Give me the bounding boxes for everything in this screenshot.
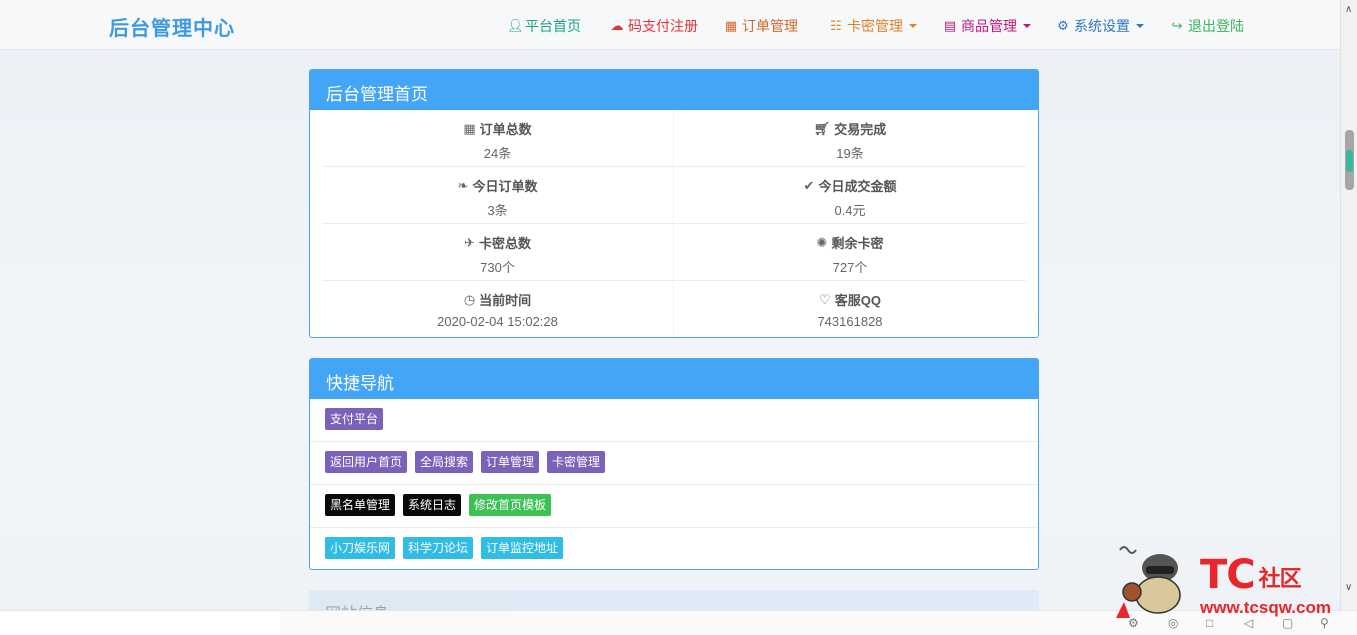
nav-item-logout[interactable]: ↪ 退出登陆	[1170, 16, 1244, 36]
bottom-blank	[0, 611, 280, 635]
logout-icon: ↪	[1171, 18, 1183, 33]
vertical-scrollbar[interactable]: ∧ ∨	[1340, 0, 1357, 610]
calendar-icon: ▦	[724, 18, 738, 33]
link-edit-template[interactable]: 修改首页模板	[469, 494, 552, 516]
stat-today-amount: ✔ 今日成交金额 0.4元	[674, 167, 1026, 224]
user-icon: 👤︎	[507, 18, 524, 33]
stat-label: 卡密总数	[478, 236, 531, 251]
stat-card-remaining: ✺ 剩余卡密 727个	[674, 224, 1026, 281]
link-global-search[interactable]: 全局搜索	[415, 451, 474, 473]
stat-value: 3条	[487, 203, 508, 218]
stat-current-time: ◷ 当前时间 2020-02-04 15:02:28	[322, 281, 674, 337]
stat-value: 730个	[480, 260, 515, 275]
stat-label: 客服QQ	[834, 293, 881, 308]
link-pay-platform[interactable]: 支付平台	[325, 408, 384, 430]
leaf-icon: ❧	[457, 177, 469, 193]
nav-item-home[interactable]: 👤︎ 平台首页	[507, 16, 581, 36]
top-navbar: 后台管理中心 👤︎ 平台首页 ☁ 码支付注册 ▦ 订单管理 ☷ 卡密管理 ▤ 商…	[0, 0, 1340, 50]
stat-label: 订单总数	[479, 122, 532, 137]
stat-value: 0.4元	[834, 203, 866, 218]
nav-item-label: 商品管理	[961, 18, 1017, 34]
nav-item-cards[interactable]: ☷ 卡密管理	[829, 16, 917, 36]
quicknav-panel: 快捷导航 支付平台 返回用户首页 全局搜索 订单管理 卡密管理 黑名单管理 系统…	[309, 358, 1039, 570]
stat-value: 743161828	[817, 314, 883, 329]
link-user-home[interactable]: 返回用户首页	[325, 451, 408, 473]
link-card-manage[interactable]: 卡密管理	[547, 451, 606, 473]
quicknav-row: 小刀娱乐网 科学刀论坛 订单监控地址	[310, 528, 1038, 569]
stat-label: 交易完成	[834, 122, 887, 137]
link-order-manage[interactable]: 订单管理	[481, 451, 540, 473]
grid-icon: ▦	[463, 120, 476, 136]
brand-title[interactable]: 后台管理中心	[109, 12, 235, 41]
plane-icon: ✈	[464, 234, 475, 250]
nav-item-codepay-register[interactable]: ☁ 码支付注册	[610, 16, 699, 36]
stat-label: 今日成交金额	[818, 179, 897, 194]
stat-value: 2020-02-04 15:02:28	[437, 314, 558, 329]
gear-icon: ⚙	[1057, 18, 1069, 33]
link-kxd-forum[interactable]: 科学刀论坛	[403, 537, 474, 559]
stat-card-total: ✈ 卡密总数 730个	[322, 224, 674, 281]
heart-icon: ♡	[819, 291, 831, 307]
link-order-monitor[interactable]: 订单监控地址	[481, 537, 564, 559]
chevron-down-icon	[909, 24, 917, 28]
clock-icon: ◷	[463, 291, 476, 307]
stat-value: 19条	[836, 146, 864, 161]
nav-item-settings[interactable]: ⚙ 系统设置	[1056, 16, 1144, 36]
panel-title: 快捷导航	[310, 359, 1038, 399]
link-blacklist[interactable]: 黑名单管理	[325, 494, 396, 516]
asterisk-icon: ✺	[816, 234, 828, 250]
quicknav-row: 黑名单管理 系统日志 修改首页模板	[310, 485, 1038, 528]
nav-item-label: 码支付注册	[628, 18, 698, 34]
watermark-logo-text: TC	[1200, 552, 1256, 598]
chevron-down-icon	[1136, 24, 1144, 28]
scroll-up-icon[interactable]: ∧	[1345, 4, 1352, 15]
scroll-thumb[interactable]	[1345, 130, 1354, 190]
mascot-icon	[1116, 546, 1181, 618]
quicknav-row: 返回用户首页 全局搜索 订单管理 卡密管理	[310, 442, 1038, 485]
stat-label: 今日订单数	[472, 179, 538, 194]
nav-item-label: 平台首页	[525, 18, 581, 34]
link-xiaodao[interactable]: 小刀娱乐网	[325, 537, 396, 559]
watermark-logo-cn: 社区	[1258, 567, 1302, 592]
nav-item-label: 订单管理	[742, 18, 798, 34]
cart-icon: 🛒︎	[813, 120, 831, 136]
cloud-icon: ☁	[610, 18, 624, 33]
stat-service-qq: ♡ 客服QQ 743161828	[674, 281, 1026, 337]
chevron-down-icon	[1023, 24, 1031, 28]
stat-label: 剩余卡密	[831, 236, 884, 251]
panel-title: 后台管理首页	[310, 70, 1038, 110]
check-icon: ✔	[803, 177, 815, 193]
dashboard-panel: 后台管理首页 ▦ 订单总数 24条 🛒︎ 交易完成 19条 ❧ 今日订单数 3条 ✔ 今…	[309, 69, 1039, 338]
nav-item-label: 卡密管理	[847, 18, 903, 34]
nav-item-label: 退出登陆	[1188, 18, 1244, 34]
stat-order-total: ▦ 订单总数 24条	[322, 110, 674, 167]
stats-grid: ▦ 订单总数 24条 🛒︎ 交易完成 19条 ❧ 今日订单数 3条 ✔ 今日成交金额 0…	[310, 110, 1038, 337]
watermark: TC 社区 www.tcsqw.com	[1110, 540, 1350, 620]
book-icon: ▤	[943, 18, 957, 33]
nav-item-label: 系统设置	[1074, 18, 1130, 34]
nav-item-products[interactable]: ▤ 商品管理	[943, 16, 1031, 36]
quicknav-row: 支付平台	[310, 399, 1038, 442]
stat-today-orders: ❧ 今日订单数 3条	[322, 167, 674, 224]
list-icon: ☷	[830, 18, 842, 33]
stat-value: 727个	[832, 260, 868, 275]
link-system-log[interactable]: 系统日志	[403, 494, 462, 516]
nav-item-orders[interactable]: ▦ 订单管理	[724, 16, 798, 36]
stat-label: 当前时间	[479, 293, 532, 308]
watermark-logo: TC 社区	[1200, 552, 1302, 598]
watermark-url: www.tcsqw.com	[1200, 598, 1331, 617]
stat-completed: 🛒︎ 交易完成 19条	[674, 110, 1026, 167]
stat-value: 24条	[483, 146, 512, 161]
